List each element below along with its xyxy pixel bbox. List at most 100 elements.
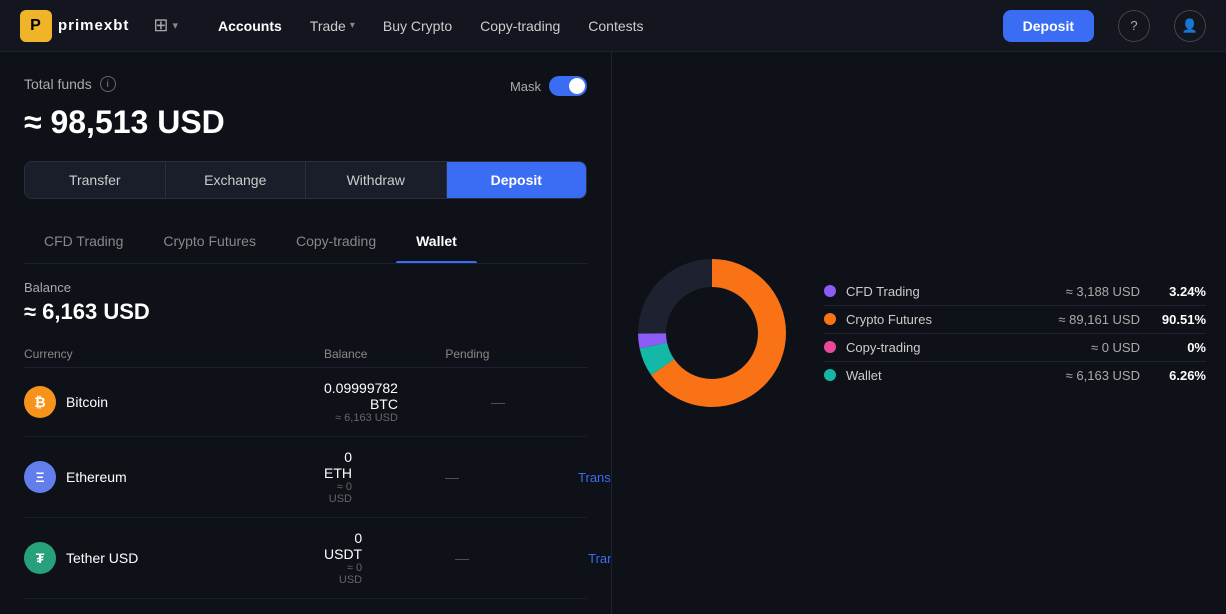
action-btn-exchange[interactable]: Exchange	[166, 162, 307, 198]
legend-left: CFD Trading	[824, 284, 920, 299]
table-row: Ξ Ethereum 0 ETH ≈ 0 USD — Transfer Exch…	[24, 437, 587, 518]
legend-left: Crypto Futures	[824, 312, 932, 327]
tab-copytrading[interactable]: Copy-trading	[276, 219, 396, 263]
balance-secondary: ≈ 6,163 USD	[324, 412, 398, 424]
pending-cell: —	[362, 550, 562, 566]
th-currency: Currency	[24, 347, 324, 361]
th-a1	[567, 347, 612, 361]
tabs-row: CFD TradingCrypto FuturesCopy-tradingWal…	[24, 219, 587, 264]
currency-name: Ethereum	[66, 469, 127, 485]
transfer-link[interactable]: Transfer	[578, 470, 612, 485]
legend-item: CFD Trading ≈ 3,188 USD 3.24%	[824, 278, 1206, 306]
legend-name: Crypto Futures	[846, 312, 932, 327]
legend-left: Wallet	[824, 368, 882, 383]
pending-cell: —	[398, 394, 598, 410]
legend-usd: ≈ 0 USD	[1091, 340, 1140, 355]
currency-cell: ₿ Bitcoin	[24, 386, 324, 418]
tab-cfdtrading[interactable]: CFD Trading	[24, 219, 143, 263]
tab-wallet[interactable]: Wallet	[396, 219, 477, 263]
total-funds-header: Total funds i	[24, 76, 116, 92]
legend-name: CFD Trading	[846, 284, 920, 299]
mask-toggle[interactable]	[549, 76, 587, 96]
nav-buy-crypto[interactable]: Buy Crypto	[371, 12, 464, 40]
legend-right: ≈ 3,188 USD 3.24%	[1066, 284, 1206, 299]
table-row: ₿ Bitcoin 0.09999782 BTC ≈ 6,163 USD — T…	[24, 368, 587, 437]
coin-icon-usdt: ₮	[24, 542, 56, 574]
transfer-cell: Transfer	[552, 469, 612, 485]
nav-trade[interactable]: Trade ▾	[298, 12, 367, 40]
legend-pct: 6.26%	[1156, 368, 1206, 383]
legend-pct: 90.51%	[1156, 312, 1206, 327]
legend-right: ≈ 89,161 USD 90.51%	[1058, 312, 1206, 327]
balance-cell: 0 USDT ≈ 0 USD	[324, 530, 362, 586]
nav-contests[interactable]: Contests	[576, 12, 655, 40]
total-funds-label: Total funds	[24, 76, 92, 92]
balance-amount: ≈ 6,163 USD	[24, 299, 587, 325]
legend-usd: ≈ 6,163 USD	[1066, 368, 1140, 383]
balance-secondary: ≈ 0 USD	[324, 562, 362, 586]
legend-dot	[824, 341, 836, 353]
table-body: ₿ Bitcoin 0.09999782 BTC ≈ 6,163 USD — T…	[24, 368, 587, 614]
currency-name: Tether USD	[66, 550, 138, 566]
balance-secondary: ≈ 0 USD	[324, 481, 352, 505]
transfer-link[interactable]: Transfer	[588, 551, 612, 566]
currency-table: Currency Balance Pending ₿ Bitcoin 0.099…	[24, 341, 587, 614]
balance-cell: 0.09999782 BTC ≈ 6,163 USD	[324, 380, 398, 424]
th-balance: Balance	[324, 347, 367, 361]
legend-item: Copy-trading ≈ 0 USD 0%	[824, 334, 1206, 362]
transfer-cell: Transfer	[562, 550, 612, 566]
legend-item: Wallet ≈ 6,163 USD 6.26%	[824, 362, 1206, 389]
balance-primary: 0 ETH	[324, 449, 352, 481]
chart-legend: CFD Trading ≈ 3,188 USD 3.24% Crypto Fut…	[824, 278, 1206, 389]
main-content: Total funds i Mask ≈ 98,513 USD Transfer…	[0, 52, 1226, 614]
legend-pct: 0%	[1156, 340, 1206, 355]
balance-primary: 0 USDT	[324, 530, 362, 562]
balance-label: Balance	[24, 280, 587, 295]
coin-icon-eth: Ξ	[24, 461, 56, 493]
nav-copy-trading[interactable]: Copy-trading	[468, 12, 572, 40]
logo-icon: P	[20, 10, 52, 42]
pending-cell: —	[352, 469, 552, 485]
action-btn-transfer[interactable]: Transfer	[25, 162, 166, 198]
legend-usd: ≈ 89,161 USD	[1058, 312, 1140, 327]
right-panel: CFD Trading ≈ 3,188 USD 3.24% Crypto Fut…	[612, 52, 1226, 614]
tab-cryptofutures[interactable]: Crypto Futures	[143, 219, 276, 263]
currency-cell: ₮ Tether USD	[24, 542, 324, 574]
help-icon[interactable]: ?	[1118, 10, 1150, 42]
legend-dot	[824, 285, 836, 297]
user-avatar[interactable]: 👤	[1174, 10, 1206, 42]
nav-deposit-button[interactable]: Deposit	[1003, 10, 1094, 42]
nav-links: Accounts Trade ▾ Buy Crypto Copy-trading…	[206, 12, 656, 40]
action-buttons: TransferExchangeWithdrawDeposit	[24, 161, 587, 199]
legend-dot	[824, 369, 836, 381]
balance-cell: 0 ETH ≈ 0 USD	[324, 449, 352, 505]
legend-pct: 3.24%	[1156, 284, 1206, 299]
mask-label: Mask	[510, 79, 541, 94]
info-icon[interactable]: i	[100, 76, 116, 92]
nav-accounts[interactable]: Accounts	[206, 12, 294, 40]
balance-section: Balance ≈ 6,163 USD Currency Balance Pen…	[24, 264, 587, 614]
grid-icon[interactable]: ⊞ ▾	[153, 15, 178, 36]
legend-name: Wallet	[846, 368, 882, 383]
table-header: Currency Balance Pending	[24, 341, 587, 368]
action-btn-withdraw[interactable]: Withdraw	[306, 162, 447, 198]
legend-right: ≈ 0 USD 0%	[1091, 340, 1206, 355]
logo[interactable]: P primexbt	[20, 10, 129, 42]
total-amount: ≈ 98,513 USD	[24, 104, 587, 141]
table-row: ₮ Tether USD 0 USDT ≈ 0 USD — Transfer E…	[24, 518, 587, 599]
legend-left: Copy-trading	[824, 340, 920, 355]
trade-chevron: ▾	[350, 20, 355, 31]
legend-name: Copy-trading	[846, 340, 920, 355]
table-row: $ USD coin 0 USDC ≈ 0 USD — Transfer Exc…	[24, 599, 587, 614]
action-btn-deposit[interactable]: Deposit	[447, 162, 587, 198]
coin-icon-btc: ₿	[24, 386, 56, 418]
left-panel: Total funds i Mask ≈ 98,513 USD Transfer…	[0, 52, 612, 614]
legend-right: ≈ 6,163 USD 6.26%	[1066, 368, 1206, 383]
balance-primary: 0.09999782 BTC	[324, 380, 398, 412]
mask-row: Mask	[510, 76, 587, 96]
logo-text: primexbt	[58, 17, 129, 34]
legend-dot	[824, 313, 836, 325]
navbar: P primexbt ⊞ ▾ Accounts Trade ▾ Buy Cryp…	[0, 0, 1226, 52]
currency-cell: Ξ Ethereum	[24, 461, 324, 493]
th-pending: Pending	[367, 347, 567, 361]
